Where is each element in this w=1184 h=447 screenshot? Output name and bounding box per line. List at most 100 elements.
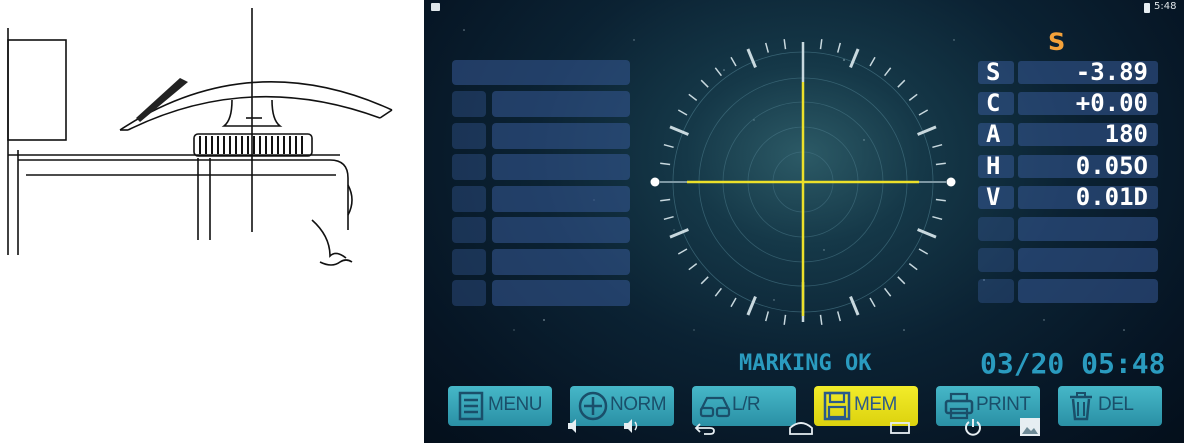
reticle-tick xyxy=(932,215,943,221)
h-prism-label: H xyxy=(978,154,1014,178)
readout-empty-value xyxy=(1018,279,1158,303)
recent-apps-icon[interactable] xyxy=(888,420,912,436)
reticle-tick xyxy=(908,263,918,271)
memory-slot-value[interactable] xyxy=(492,91,630,117)
reticle-tick xyxy=(688,263,698,271)
menu-list-icon xyxy=(458,391,484,421)
sphere-label: S xyxy=(978,60,1014,84)
target-reticle xyxy=(650,39,956,325)
battery-icon xyxy=(1144,3,1150,13)
memory-slot-value[interactable] xyxy=(492,154,630,180)
memory-slot-index[interactable] xyxy=(452,217,486,243)
sphere-value: -3.89 xyxy=(1018,60,1158,84)
memory-slot-index[interactable] xyxy=(452,91,486,117)
reticle-tick xyxy=(663,215,674,221)
volume-down-icon[interactable] xyxy=(566,418,582,434)
axis-label: A xyxy=(978,122,1014,146)
reticle-tick xyxy=(908,93,918,101)
menu-button-label: MENU xyxy=(488,394,542,415)
reticle-tick xyxy=(917,125,937,136)
cylinder-label: C xyxy=(978,91,1014,115)
delete-button-label: DEL xyxy=(1098,394,1134,415)
reticle-tick xyxy=(783,314,787,325)
reticle-tick xyxy=(677,109,688,116)
reticle-tick xyxy=(932,143,943,149)
status-message: MARKING OK xyxy=(739,351,872,376)
reticle-tick xyxy=(700,79,709,88)
reticle-tick xyxy=(869,297,876,308)
lens-holder-illustration xyxy=(0,0,420,443)
date-time: 03/20 05:48 xyxy=(980,347,1166,380)
v-prism-value: 0.01D xyxy=(1018,185,1158,209)
reticle-tick xyxy=(663,143,674,149)
memory-slot-index[interactable] xyxy=(452,186,486,212)
reticle-tick xyxy=(746,296,757,316)
delete-button[interactable]: DEL xyxy=(1058,386,1162,426)
lensmeter-screen: 5:48 S S -3.89 C +0.00 A 180 H 0.05O V 0… xyxy=(424,0,1184,443)
memory-slot-value[interactable] xyxy=(492,249,630,275)
reticle-tick xyxy=(897,79,906,88)
reticle-tick xyxy=(819,39,823,50)
reticle-tick xyxy=(688,93,698,101)
reticle-tick xyxy=(714,67,722,77)
reticle-tick xyxy=(918,248,929,255)
readout-empty-label xyxy=(978,217,1014,241)
reticle-tick xyxy=(669,125,689,136)
reticle-tick xyxy=(714,287,722,297)
instrument-block xyxy=(7,39,67,141)
trash-icon xyxy=(1070,392,1092,421)
status-time: 5:48 xyxy=(1154,1,1177,12)
reticle-tick xyxy=(730,56,737,67)
memory-slot-index[interactable] xyxy=(452,154,486,180)
volume-up-icon[interactable] xyxy=(622,418,640,434)
measure-mode-indicator: S xyxy=(1048,28,1066,56)
reticle-tick xyxy=(918,109,929,116)
reticle-tick xyxy=(730,297,737,308)
lens-diagram xyxy=(7,8,393,266)
reticle-tick xyxy=(660,198,671,202)
reticle-tick xyxy=(849,48,860,68)
norm-button-label: NORM xyxy=(610,394,667,415)
memory-slot-index[interactable] xyxy=(452,123,486,149)
reticle-tick xyxy=(669,228,689,239)
home-icon[interactable] xyxy=(788,418,814,436)
readout-empty-value xyxy=(1018,248,1158,272)
memory-slot-value[interactable] xyxy=(492,186,630,212)
cylinder-value: +0.00 xyxy=(1018,91,1158,115)
reticle-tick xyxy=(935,162,946,166)
reticle-tick xyxy=(869,56,876,67)
reticle-tick xyxy=(700,276,709,285)
memory-slot-index[interactable] xyxy=(452,280,486,306)
memory-slot-value[interactable] xyxy=(492,217,630,243)
glasses-icon xyxy=(699,396,731,418)
readout-empty-label xyxy=(978,248,1014,272)
left-right-button-label: L/R xyxy=(732,394,761,415)
reticle-tick xyxy=(849,296,860,316)
memory-button-label: MEM xyxy=(854,394,897,415)
v-prism-label: V xyxy=(978,185,1014,209)
power-icon[interactable] xyxy=(962,416,984,438)
reticle-tick xyxy=(935,198,946,202)
reticle-tick xyxy=(783,39,787,50)
reticle-tick xyxy=(836,42,842,53)
reticle-tick xyxy=(677,248,688,255)
memory-header-slot xyxy=(452,60,630,85)
h-prism-value: 0.05O xyxy=(1018,154,1158,178)
readout-empty-label xyxy=(978,279,1014,303)
memory-slot-value[interactable] xyxy=(492,280,630,306)
screenshot-icon[interactable] xyxy=(1018,416,1042,438)
reticle-tick xyxy=(764,42,770,53)
reticle-tick xyxy=(884,287,892,297)
menu-button[interactable]: MENU xyxy=(448,386,552,426)
reticle-tick xyxy=(884,67,892,77)
reticle-tick xyxy=(819,314,823,325)
floppy-disk-icon xyxy=(823,391,851,421)
memory-slot-value[interactable] xyxy=(492,123,630,149)
back-icon[interactable] xyxy=(694,420,716,436)
reticle-tick xyxy=(660,162,671,166)
axis-value: 180 xyxy=(1018,122,1158,146)
notification-icon xyxy=(431,3,440,11)
reticle-tick xyxy=(836,311,842,322)
print-button-label: PRINT xyxy=(976,394,1031,415)
memory-slot-index[interactable] xyxy=(452,249,486,275)
